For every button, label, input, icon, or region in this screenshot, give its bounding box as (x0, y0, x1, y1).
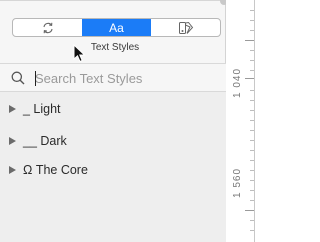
library-segmented-control[interactable]: Aa (12, 18, 221, 37)
group-label: _ Light (23, 102, 61, 116)
segment-text-styles[interactable]: Aa (82, 19, 151, 36)
inspector-panel: Aa Text Styles Search Text Styles _ Ligh… (0, 0, 228, 242)
text-styles-label: Aa (109, 20, 124, 35)
group-label: Ω The Core (23, 163, 88, 177)
disclosure-triangle-icon[interactable] (9, 137, 16, 145)
group-dark[interactable]: __ Dark (0, 130, 226, 152)
ruler-label: 1 040 (232, 67, 243, 98)
segment-swatches[interactable] (151, 19, 220, 36)
group-label: __ Dark (23, 134, 67, 148)
group-the-core[interactable]: Ω The Core (0, 159, 226, 181)
disclosure-triangle-icon[interactable] (9, 166, 16, 174)
app-window: Aa Text Styles Search Text Styles _ Ligh… (0, 0, 257, 242)
divider (0, 0, 226, 1)
search-bar (0, 63, 226, 92)
group-light[interactable]: _ Light (0, 98, 226, 120)
sync-icon (41, 21, 55, 35)
color-swatch-icon (178, 21, 194, 35)
disclosure-triangle-icon[interactable] (9, 105, 16, 113)
search-input[interactable] (35, 68, 215, 88)
ruler-edge (254, 0, 255, 242)
search-icon (11, 71, 25, 85)
segment-caption: Text Styles (90, 42, 140, 53)
segment-sync[interactable] (13, 19, 82, 36)
vertical-ruler: 1 040 1 560 (226, 0, 257, 242)
ruler-label: 1 560 (232, 167, 243, 198)
text-caret (35, 71, 36, 86)
text-style-group-list: _ Light __ Dark Ω The Core (0, 92, 226, 242)
mouse-pointer-icon (73, 44, 86, 63)
